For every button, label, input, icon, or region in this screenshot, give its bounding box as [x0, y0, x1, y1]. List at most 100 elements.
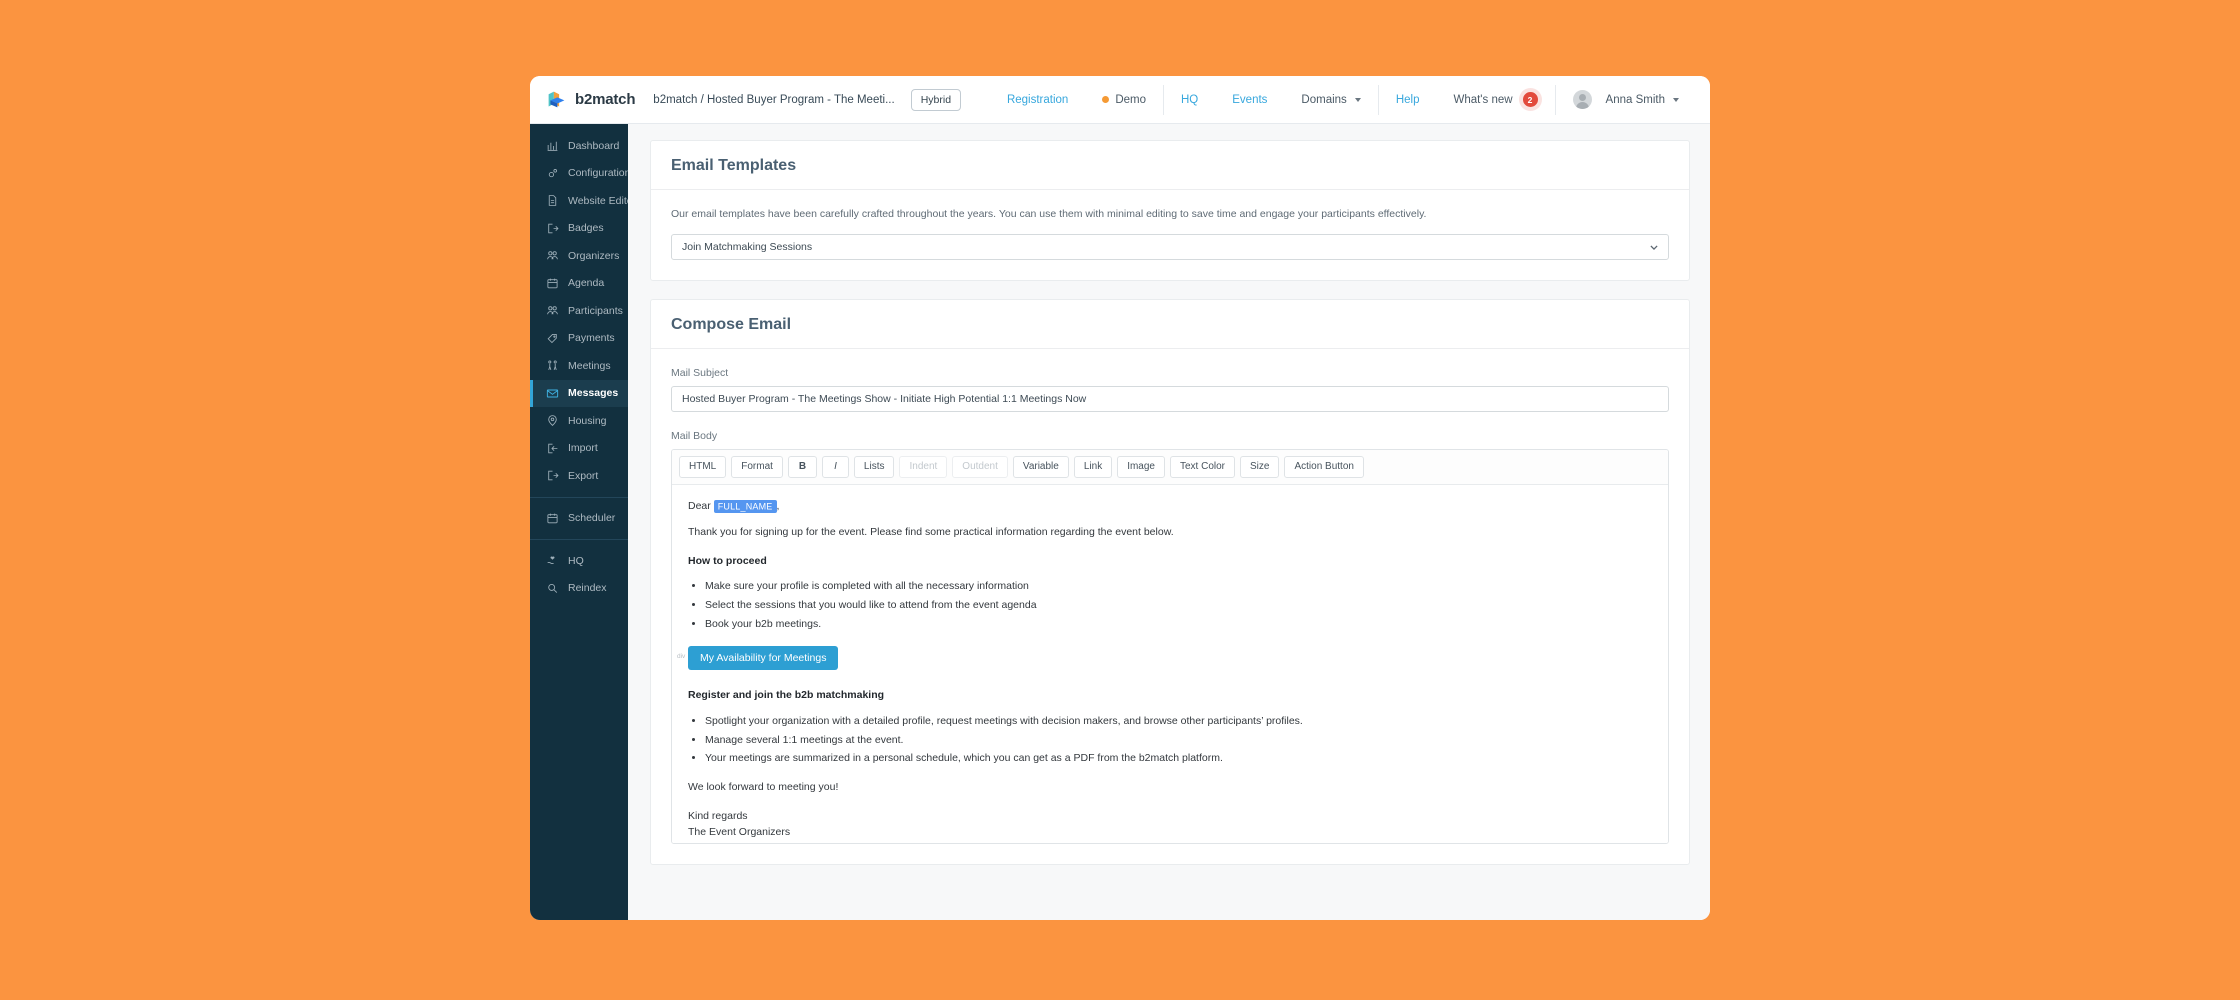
app-window: b2match b2match / Hosted Buyer Program -… [530, 76, 1710, 920]
sidebar-item-label: Participants [568, 304, 623, 317]
sidebar: Dashboard Configuration Website Editor B… [530, 124, 628, 920]
matchmaking-benefits-list: Spotlight your organization with a detai… [688, 714, 1652, 767]
top-navigation: Registration Demo HQ Events Domains Help… [990, 84, 1696, 115]
action-button-row: div My Availability for Meetings [677, 645, 1652, 670]
location-pin-icon [548, 415, 557, 427]
toolbar-link-button[interactable]: Link [1073, 456, 1113, 478]
sidebar-item-dashboard[interactable]: Dashboard [530, 132, 628, 160]
sidebar-item-website-editor[interactable]: Website Editor [530, 187, 628, 215]
breadcrumb[interactable]: b2match / Hosted Buyer Program - The Mee… [653, 94, 894, 106]
nav-registration[interactable]: Registration [990, 85, 1085, 115]
sidebar-item-label: HQ [568, 554, 584, 567]
nav-demo[interactable]: Demo [1085, 85, 1163, 115]
signoff-line-1: Kind regards [688, 809, 748, 822]
sidebar-item-label: Meetings [568, 359, 611, 372]
gears-icon [548, 168, 557, 177]
card-body: Mail Subject Hosted Buyer Program - The … [651, 349, 1689, 864]
toolbar-image-button[interactable]: Image [1117, 456, 1165, 478]
card-body: Our email templates have been carefully … [651, 190, 1689, 280]
list-item: Manage several 1:1 meetings at the event… [705, 733, 1652, 749]
sidebar-item-label: Dashboard [568, 139, 620, 152]
toolbar-format-button[interactable]: Format [731, 456, 783, 478]
sidebar-item-scheduler[interactable]: Scheduler [530, 505, 628, 533]
sidebar-item-messages[interactable]: Messages [530, 379, 628, 407]
variable-chip-full-name[interactable]: FULL_NAME [713, 499, 777, 513]
sidebar-item-reindex[interactable]: Reindex [530, 575, 628, 603]
list-item: Book your b2b meetings. [705, 617, 1652, 633]
tag-icon [547, 333, 557, 343]
sidebar-item-label: Housing [568, 414, 607, 427]
compose-email-card: Compose Email Mail Subject Hosted Buyer … [650, 299, 1690, 865]
sidebar-item-label: Configuration [568, 167, 628, 180]
sidebar-item-label: Import [568, 442, 598, 455]
bar-chart-icon [547, 141, 558, 152]
sidebar-item-label: Messages [568, 387, 619, 400]
import-icon [548, 443, 558, 454]
chevron-down-icon [1650, 245, 1658, 250]
toolbar-lists-button[interactable]: Lists [853, 456, 895, 478]
toolbar-text-color-button[interactable]: Text Color [1170, 456, 1236, 478]
sidebar-item-label: Agenda [568, 277, 605, 290]
sidebar-item-hq[interactable]: HQ [530, 547, 628, 575]
sidebar-item-organizers[interactable]: Organizers [530, 242, 628, 270]
chevron-down-icon [1673, 97, 1679, 102]
event-type-badge[interactable]: Hybrid [910, 88, 962, 111]
signoff-line-2: The Event Organizers [688, 825, 791, 838]
list-item: Make sure your profile is completed with… [705, 579, 1652, 595]
sidebar-item-payments[interactable]: Payments [530, 325, 628, 353]
email-signoff: Kind regards The Event Organizers [688, 809, 1652, 841]
page-title: Email Templates [671, 157, 797, 174]
toolbar-variable-button[interactable]: Variable [1012, 456, 1069, 478]
sidebar-item-meetings[interactable]: Meetings [530, 352, 628, 380]
sidebar-item-badges[interactable]: Badges [530, 215, 628, 243]
nav-events[interactable]: Events [1215, 85, 1284, 115]
brand-logo[interactable]: b2match [546, 89, 635, 110]
people-icon [547, 306, 558, 315]
badge-exit-icon [548, 223, 559, 234]
toolbar-html-button[interactable]: HTML [679, 456, 727, 478]
calendar-icon [547, 513, 558, 524]
sidebar-item-import[interactable]: Import [530, 435, 628, 463]
export-icon [548, 470, 559, 481]
email-intro-paragraph: Thank you for signing up for the event. … [688, 525, 1174, 538]
nav-domains[interactable]: Domains [1284, 85, 1377, 115]
list-item: Spotlight your organization with a detai… [705, 714, 1652, 730]
user-menu[interactable]: Anna Smith [1554, 84, 1696, 115]
greeting-prefix: Dear [688, 500, 711, 512]
magnifier-icon [548, 583, 558, 593]
handshake-icon [548, 360, 557, 371]
b2match-cube-logo-icon [548, 91, 565, 108]
sidebar-item-label: Reindex [568, 582, 607, 595]
editor-toolbar: HTML Format B I Lists Indent Outdent Var… [672, 450, 1668, 485]
toolbar-bold-button[interactable]: B [787, 456, 818, 478]
compose-title: Compose Email [671, 316, 792, 333]
app-shell: Dashboard Configuration Website Editor B… [530, 124, 1710, 920]
nav-hq[interactable]: HQ [1163, 84, 1215, 115]
template-select[interactable]: Join Matchmaking Sessions [671, 234, 1669, 260]
section-heading-register-join: Register and join the b2b matchmaking [688, 689, 885, 701]
email-action-button[interactable]: My Availability for Meetings [688, 645, 839, 670]
user-name: Anna Smith [1605, 93, 1665, 106]
sidebar-item-agenda[interactable]: Agenda [530, 270, 628, 298]
sidebar-item-participants[interactable]: Participants [530, 297, 628, 325]
list-item: Select the sessions that you would like … [705, 598, 1652, 614]
rich-text-editor: HTML Format B I Lists Indent Outdent Var… [671, 449, 1669, 844]
sidebar-item-configuration[interactable]: Configuration [530, 160, 628, 188]
block-element-tag-label: div [677, 652, 686, 660]
toolbar-italic-button[interactable]: I [822, 456, 849, 478]
mail-body-label: Mail Body [671, 430, 718, 442]
nav-help[interactable]: Help [1377, 84, 1437, 115]
top-header-bar: b2match b2match / Hosted Buyer Program -… [530, 76, 1710, 124]
main-content: Email Templates Our email templates have… [628, 124, 1710, 920]
toolbar-action-button-button[interactable]: Action Button [1284, 456, 1364, 478]
nav-whats-new[interactable]: What's new 2 [1436, 85, 1554, 115]
sidebar-item-export[interactable]: Export [530, 462, 628, 490]
sidebar-item-housing[interactable]: Housing [530, 407, 628, 435]
toolbar-outdent-button: Outdent [952, 456, 1008, 478]
mail-subject-input[interactable]: Hosted Buyer Program - The Meetings Show… [671, 386, 1669, 412]
editor-content-area[interactable]: Dear FULL_NAME, Thank you for signing up… [672, 485, 1668, 843]
email-greeting: Dear FULL_NAME, [688, 499, 1652, 515]
envelope-icon [546, 389, 559, 398]
toolbar-size-button[interactable]: Size [1240, 456, 1280, 478]
toolbar-indent-button: Indent [899, 456, 948, 478]
